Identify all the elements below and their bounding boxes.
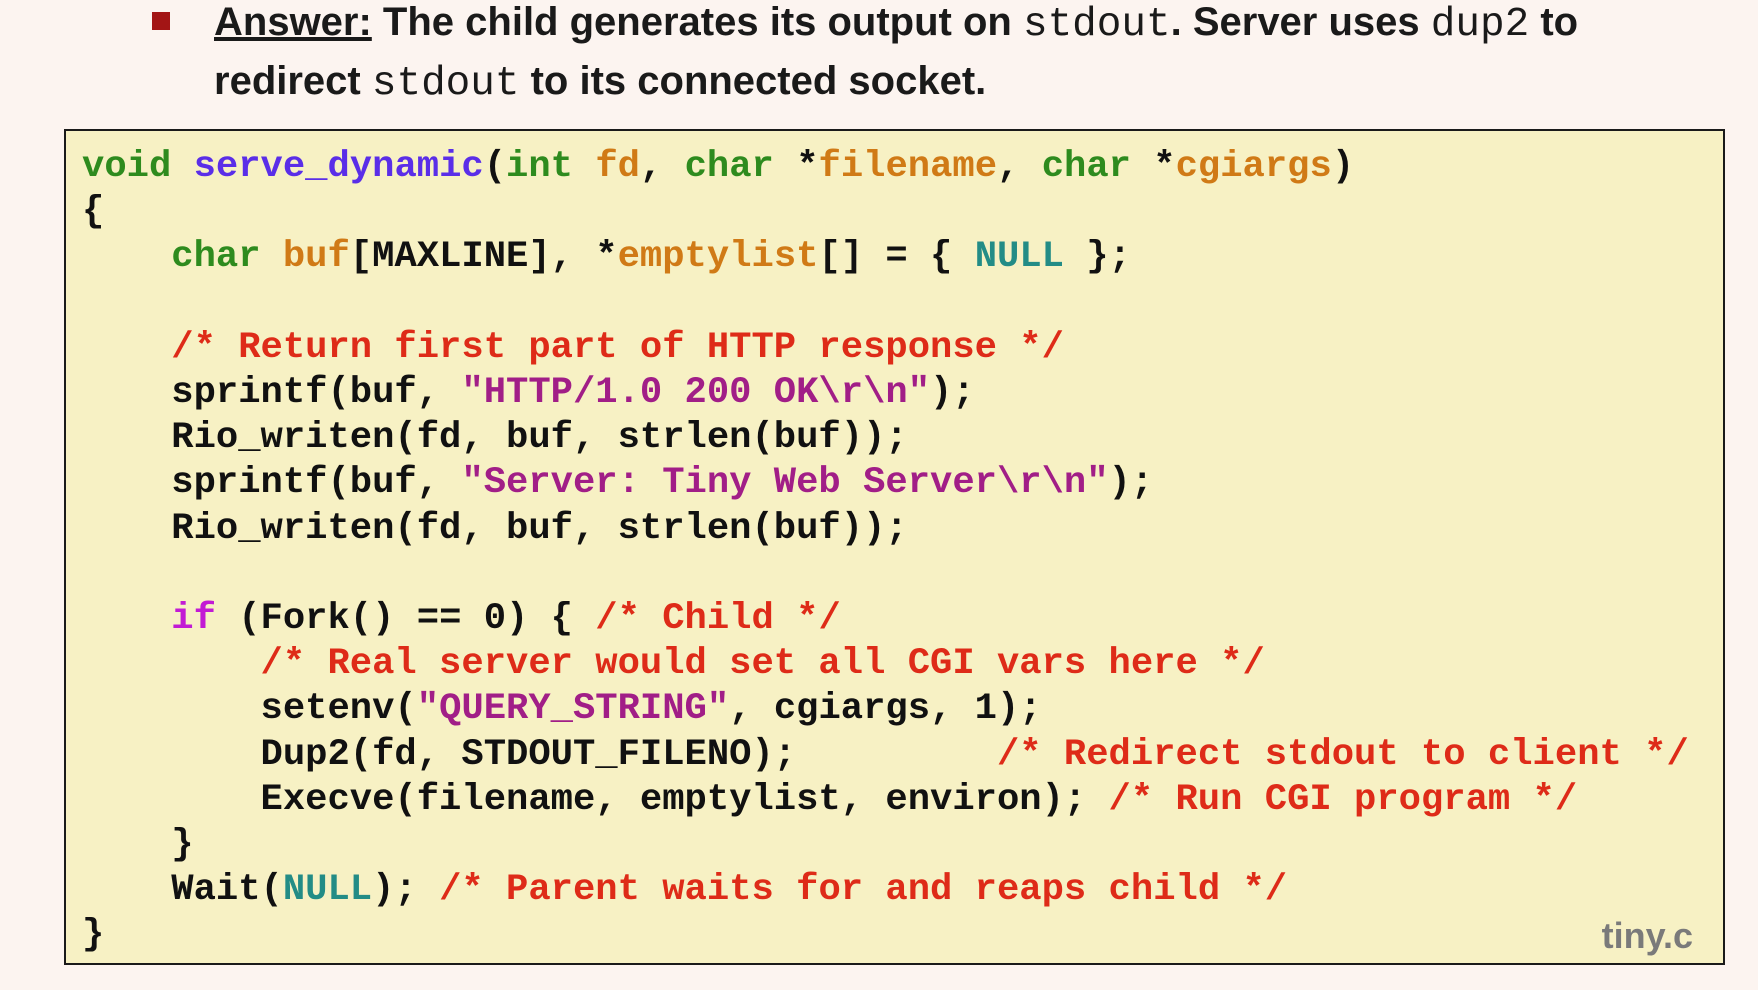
code-comment: /* Parent waits for and reaps child */ <box>439 869 1288 912</box>
code-comment: /* Return first part of HTTP response */ <box>171 326 1064 369</box>
bullet-square-icon <box>152 12 170 30</box>
code-comment: /* Run CGI program */ <box>1108 778 1578 821</box>
code-string: "HTTP/1.0 200 OK\r\n" <box>461 372 931 415</box>
inline-code: dup2 <box>1430 2 1530 48</box>
code-line: sprintf(buf, "Server: Tiny Web Server\r\… <box>82 462 1154 505</box>
code-block: void serve_dynamic(int fd, char *filenam… <box>82 145 1689 959</box>
code-string: "Server: Tiny Web Server\r\n" <box>461 462 1109 505</box>
answer-text: Answer: The child generates its output o… <box>214 0 1579 107</box>
code-line: Dup2(fd, STDOUT_FILENO); /* Redirect std… <box>82 733 1689 776</box>
inline-code: stdout <box>371 61 520 107</box>
code-string: "QUERY_STRING" <box>416 688 730 731</box>
code-line: if (Fork() == 0) { /* Child */ <box>171 598 841 641</box>
code-line: sprintf(buf, "HTTP/1.0 200 OK\r\n"); <box>82 372 975 415</box>
code-listing: void serve_dynamic(int fd, char *filenam… <box>64 129 1725 965</box>
answer-label: Answer: <box>214 0 372 44</box>
code-line: } <box>82 914 105 957</box>
inline-code: stdout <box>1022 2 1171 48</box>
code-line: Rio_writen(fd, buf, strlen(buf)); <box>82 507 908 550</box>
filename-label: tiny.c <box>1601 915 1693 956</box>
code-line: /* Real server would set all CGI vars he… <box>82 643 1265 685</box>
code-comment: /* Child */ <box>595 598 841 641</box>
code-line: setenv("QUERY_STRING", cgiargs, 1); <box>82 688 1042 731</box>
code-comment: /* Real server would set all CGI vars he… <box>260 643 1265 686</box>
code-line: { <box>82 191 105 234</box>
code-line: Wait(NULL); /* Parent waits for and reap… <box>82 869 1288 912</box>
code-line: } <box>82 824 194 867</box>
code-line: /* Return first part of HTTP response */ <box>82 327 1064 369</box>
code-line: void serve_dynamic(int fd, char *filenam… <box>82 146 1355 188</box>
code-line: Execve(filename, emptylist, environ); /*… <box>82 778 1578 821</box>
code-line: char buf[MAXLINE], *emptylist[] = { NULL… <box>171 236 1131 279</box>
code-line: Rio_writen(fd, buf, strlen(buf)); <box>82 417 908 460</box>
code-comment: /* Redirect stdout to client */ <box>996 733 1689 776</box>
